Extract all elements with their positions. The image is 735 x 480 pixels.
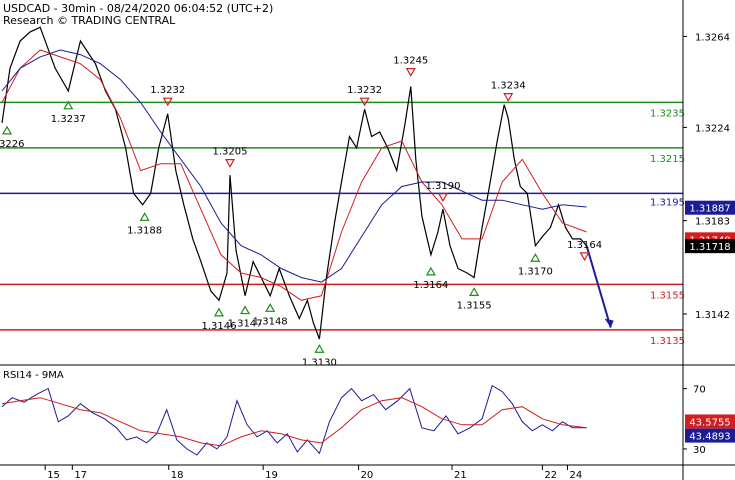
pivot-low-label: 1.3164 bbox=[413, 280, 448, 291]
pivot-high-label: 1.3232 bbox=[347, 85, 382, 96]
pivot-low-label: 1.3130 bbox=[302, 357, 337, 368]
rsi-tag-label: 43.5755 bbox=[689, 417, 730, 428]
pivot-low-label: 1.3148 bbox=[253, 316, 288, 327]
header-line-2: Research © TRADING CENTRAL bbox=[3, 14, 176, 27]
x-tick-label: 19 bbox=[265, 470, 278, 480]
x-tick-label: 18 bbox=[171, 470, 184, 480]
price-y-tick-label: 1.3183 bbox=[695, 217, 730, 228]
rsi-title: RSI14 - 9MA bbox=[3, 370, 64, 381]
price-tag-label: 1.31887 bbox=[689, 204, 730, 215]
level-label-resistance: 1.3235 bbox=[650, 108, 685, 119]
x-tick-label: 21 bbox=[454, 470, 467, 480]
x-tick-label: 17 bbox=[74, 470, 87, 480]
pivot-low-label: 1.3237 bbox=[51, 114, 86, 125]
pivot-low-label: 1.3155 bbox=[457, 300, 492, 311]
level-label-support: 1.3155 bbox=[650, 290, 685, 301]
pivot-low-label: 1.3170 bbox=[518, 266, 553, 277]
rsi-tag-label: 43.4893 bbox=[689, 432, 730, 443]
price-tag-label: 1.31718 bbox=[689, 242, 730, 253]
pivot-high-label: 1.3190 bbox=[425, 181, 460, 192]
pivot-high-label: 1.3245 bbox=[393, 56, 428, 67]
price-y-tick-label: 1.3224 bbox=[695, 123, 730, 134]
x-tick-label: 22 bbox=[544, 470, 557, 480]
x-tick-label: 15 bbox=[47, 470, 60, 480]
usdcad-chart: 1.3264 1.3224 1.3183 1.3142 1.3235 1.3215 1.31… bbox=[0, 0, 735, 480]
pivot-high-label: 1.3205 bbox=[213, 147, 248, 158]
pivot-low-label: 1.3188 bbox=[127, 225, 162, 236]
x-tick-label: 20 bbox=[361, 470, 374, 480]
x-tick-label: 24 bbox=[569, 470, 582, 480]
pivot-low-label: 1.3226 bbox=[0, 139, 25, 150]
pivot-high-label: 1.3232 bbox=[150, 85, 185, 96]
level-label-pivot: 1.3195 bbox=[650, 197, 685, 208]
level-label-support: 1.3135 bbox=[650, 336, 685, 347]
level-label-resistance: 1.3215 bbox=[650, 154, 685, 165]
pivot-high-label: 1.3164 bbox=[567, 240, 602, 251]
rsi-y-tick-label: 70 bbox=[693, 385, 706, 396]
price-y-tick-label: 1.3142 bbox=[695, 310, 730, 321]
rsi-y-tick-label: 30 bbox=[693, 445, 706, 456]
pivot-high-label: 1.3234 bbox=[491, 81, 526, 92]
price-y-tick-label: 1.3264 bbox=[695, 32, 730, 43]
